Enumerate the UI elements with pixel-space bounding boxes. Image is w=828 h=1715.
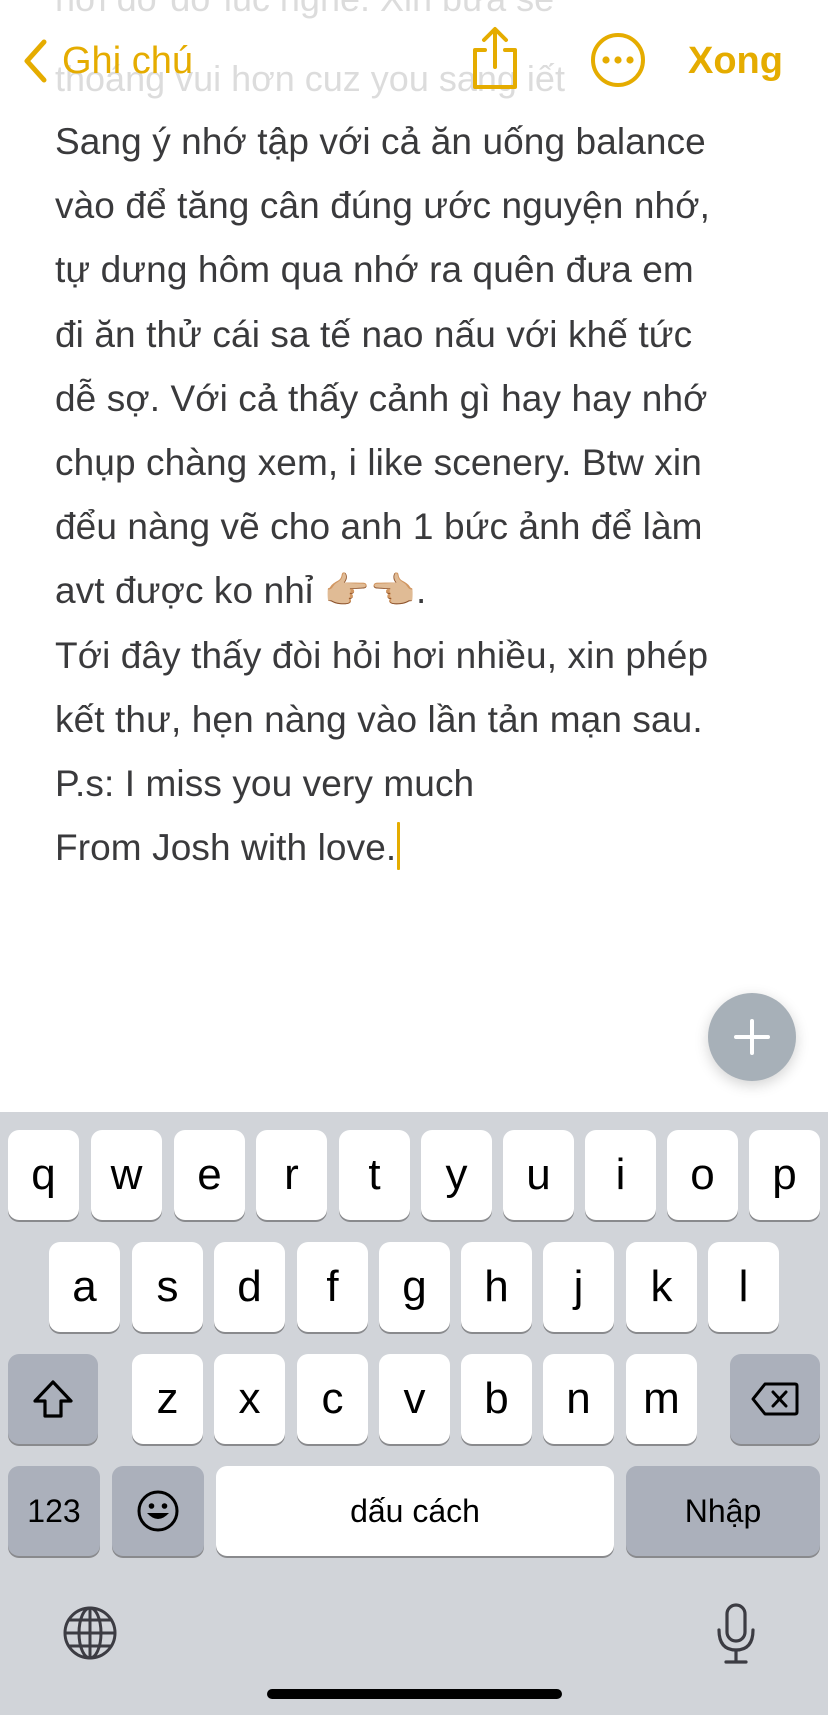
key-label: v <box>403 1374 426 1423</box>
key-label: e <box>197 1150 222 1199</box>
note-line: đi ăn thử cái sa tế nao nấu với khế tức <box>55 313 693 355</box>
key-k[interactable]: k <box>626 1242 697 1332</box>
key-label: o <box>690 1150 715 1199</box>
keyboard: q w e r t y u i o p a s d f g h j k l z … <box>0 1112 828 1715</box>
key-c[interactable]: c <box>297 1354 368 1444</box>
key-y[interactable]: y <box>421 1130 492 1220</box>
return-key[interactable]: Nhập <box>626 1466 820 1556</box>
done-button[interactable]: Xong <box>688 38 783 84</box>
key-label: a <box>72 1262 97 1311</box>
note-line: tự dưng hôm qua nhớ ra quên đưa em <box>55 249 694 291</box>
key-f[interactable]: f <box>297 1242 368 1332</box>
key-o[interactable]: o <box>667 1130 738 1220</box>
note-line-text: From Josh with love. <box>55 827 397 869</box>
key-i[interactable]: i <box>585 1130 656 1220</box>
text-cursor <box>397 822 401 871</box>
note-body[interactable]: hơi đỡ đỡ lúc nghe. Xin bữa sẽ thoáng vu… <box>0 0 828 1112</box>
numbers-key[interactable]: 123 <box>8 1466 100 1556</box>
key-a[interactable]: a <box>49 1242 120 1332</box>
key-g[interactable]: g <box>379 1242 450 1332</box>
note-line-last: From Josh with love. <box>55 816 815 880</box>
key-j[interactable]: j <box>543 1242 614 1332</box>
globe-icon <box>63 1606 117 1660</box>
key-label: r <box>284 1150 299 1199</box>
note-line: đểu nàng vẽ cho anh 1 bức ảnh để làm <box>55 506 703 548</box>
dictation-button[interactable] <box>714 1602 758 1666</box>
key-label: k <box>650 1262 673 1311</box>
key-label: s <box>156 1262 179 1311</box>
shift-icon <box>33 1380 73 1418</box>
plus-icon <box>734 1019 770 1055</box>
delete-icon <box>751 1382 799 1416</box>
key-label: c <box>321 1374 344 1423</box>
scrolled-text-line: hơi đỡ đỡ lúc nghe. Xin bữa sẽ <box>55 0 554 20</box>
key-label: t <box>368 1150 381 1199</box>
key-label: z <box>156 1374 179 1423</box>
chevron-left-icon <box>24 39 47 83</box>
navigation-bar: Ghi chú Xong <box>0 20 828 102</box>
key-label: g <box>402 1262 427 1311</box>
key-label: p <box>772 1150 797 1199</box>
key-s[interactable]: s <box>132 1242 203 1332</box>
note-line: Sang ý nhớ tập với cả ăn uống balance <box>55 121 706 162</box>
key-n[interactable]: n <box>543 1354 614 1444</box>
microphone-icon <box>717 1603 755 1664</box>
note-line: Tới đây thấy đòi hỏi hơi nhiều, xin phép <box>55 634 709 676</box>
key-label: l <box>738 1262 749 1311</box>
key-label: y <box>445 1150 468 1199</box>
key-q[interactable]: q <box>8 1130 79 1220</box>
key-label: j <box>573 1262 584 1311</box>
key-w[interactable]: w <box>91 1130 162 1220</box>
note-line: kết thư, hẹn nàng vào lần tản mạn sau. <box>55 698 703 740</box>
key-e[interactable]: e <box>174 1130 245 1220</box>
globe-button[interactable] <box>62 1605 118 1661</box>
key-label: h <box>484 1262 509 1311</box>
key-label: f <box>326 1262 339 1311</box>
key-label: b <box>484 1374 509 1423</box>
key-b[interactable]: b <box>461 1354 532 1444</box>
share-icon <box>473 27 517 89</box>
return-key-label: Nhập <box>684 1492 762 1529</box>
key-m[interactable]: m <box>626 1354 697 1444</box>
key-label: m <box>643 1374 680 1423</box>
key-label: x <box>238 1374 261 1423</box>
key-z[interactable]: z <box>132 1354 203 1444</box>
key-l[interactable]: l <box>708 1242 779 1332</box>
note-line: chụp chàng xem, i like scenery. Btw xin <box>55 441 702 483</box>
key-r[interactable]: r <box>256 1130 327 1220</box>
shift-key[interactable] <box>8 1354 98 1444</box>
notes-app: hơi đỡ đỡ lúc nghe. Xin bữa sẽ thoáng vu… <box>0 0 828 1715</box>
note-line: avt được ko nhỉ 👉🏼👈🏼. <box>55 570 427 612</box>
emoji-icon <box>137 1490 179 1532</box>
note-line: dễ sợ. Với cả thấy cảnh gì hay hay nhớ <box>55 377 708 419</box>
back-button[interactable]: Ghi chú <box>22 38 193 84</box>
ellipsis-circle-icon <box>591 33 645 87</box>
home-indicator[interactable] <box>267 1689 562 1699</box>
back-label: Ghi chú <box>62 40 193 82</box>
key-label: d <box>237 1262 262 1311</box>
key-label: i <box>615 1150 626 1199</box>
key-label: n <box>566 1374 591 1423</box>
key-p[interactable]: p <box>749 1130 820 1220</box>
key-v[interactable]: v <box>379 1354 450 1444</box>
note-line: vào để tăng cân đúng ước nguyện nhớ, <box>55 185 710 227</box>
key-u[interactable]: u <box>503 1130 574 1220</box>
delete-key[interactable] <box>730 1354 820 1444</box>
key-label: u <box>526 1150 551 1199</box>
key-x[interactable]: x <box>214 1354 285 1444</box>
note-text[interactable]: Sang ý nhớ tập với cả ăn uống balance và… <box>55 110 815 880</box>
more-button[interactable] <box>590 32 646 88</box>
numbers-key-label: 123 <box>27 1492 81 1529</box>
emoji-key[interactable] <box>112 1466 204 1556</box>
space-key-label: dấu cách <box>350 1492 480 1529</box>
key-d[interactable]: d <box>214 1242 285 1332</box>
key-t[interactable]: t <box>339 1130 410 1220</box>
key-label: w <box>110 1150 143 1199</box>
note-line: P.s: I miss you very much <box>55 762 475 804</box>
space-key[interactable]: dấu cách <box>216 1466 614 1556</box>
add-button[interactable] <box>708 993 796 1081</box>
share-button[interactable] <box>468 26 522 92</box>
key-h[interactable]: h <box>461 1242 532 1332</box>
key-label: q <box>31 1150 56 1199</box>
